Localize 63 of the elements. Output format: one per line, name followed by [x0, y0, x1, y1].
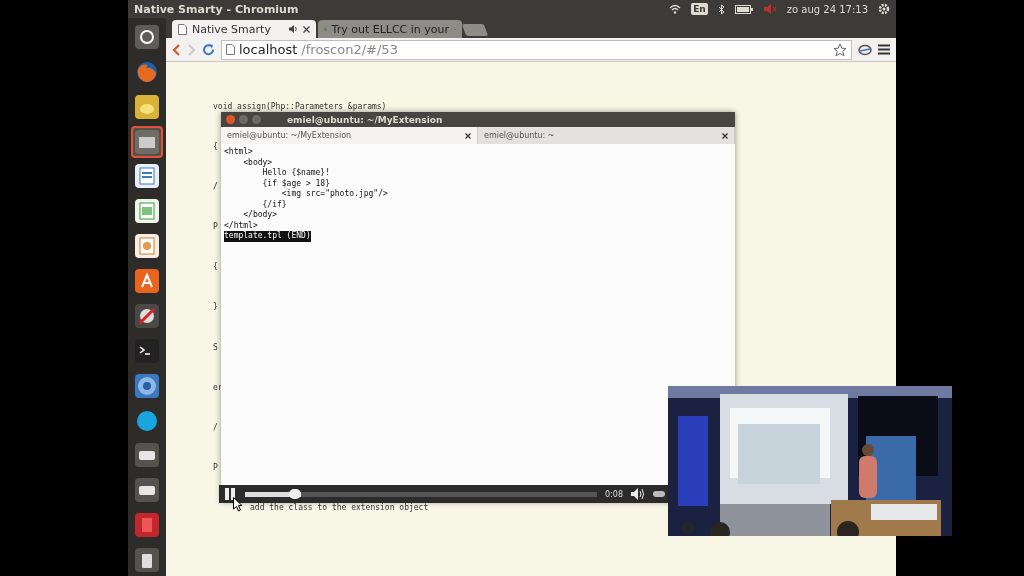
window-title: Native Smarty - Chromium — [134, 2, 300, 16]
drive-icon[interactable] — [134, 442, 160, 469]
drive-icon[interactable] — [134, 477, 160, 504]
terminal-title: emiel@ubuntu: ~/MyExtension — [287, 114, 443, 125]
terminal-line: {if $age > 18} — [261, 178, 331, 189]
terminal-line: <html> — [224, 147, 254, 158]
code-line: / — [213, 182, 218, 192]
code-line: S — [213, 342, 218, 352]
chromium-icon[interactable] — [134, 372, 160, 399]
files-icon[interactable] — [134, 128, 160, 155]
reload-icon[interactable] — [202, 43, 215, 56]
mouse-pointer-icon — [233, 497, 243, 512]
volume-icon[interactable] — [631, 488, 645, 500]
store-icon[interactable] — [134, 268, 160, 295]
terminal-line: <body> — [242, 157, 274, 168]
close-icon[interactable] — [303, 25, 310, 33]
browser-tab[interactable]: Native Smarty — [172, 20, 316, 38]
page-icon — [178, 23, 187, 35]
code-line: add the class to the extension object — [250, 502, 429, 512]
volume-slider-icon[interactable] — [653, 491, 665, 497]
terminal-line: {/if} — [261, 199, 288, 210]
address-bar[interactable]: localhost /froscon2/#/53 — [221, 39, 852, 60]
terminal-tab[interactable]: emiel@ubuntu: ~/MyExtension — [221, 127, 478, 144]
playback-time: 0:08 — [605, 489, 623, 499]
terminal-line: <img src="photo.jpg"/> — [280, 189, 389, 200]
impress-icon[interactable] — [134, 233, 160, 260]
clock[interactable]: zo aug 24 17:13 — [786, 3, 868, 15]
calc-icon[interactable] — [134, 198, 160, 225]
trash-icon[interactable] — [134, 547, 160, 574]
code-line: void assign(Php::Parameters &params) — [213, 102, 387, 111]
terminal-line: </html> — [224, 220, 259, 231]
terminal-tab[interactable]: emiel@ubuntu: ~ — [478, 127, 735, 144]
code-line: { — [213, 262, 218, 272]
code-line: P — [213, 222, 218, 232]
terminal-line: </body> — [242, 210, 278, 221]
writer-icon[interactable] — [134, 163, 160, 190]
menu-icon[interactable] — [878, 44, 890, 55]
close-icon[interactable] — [465, 132, 471, 139]
teapot-icon[interactable] — [134, 93, 160, 120]
wifi-icon[interactable] — [669, 4, 682, 14]
pause-icon — [224, 488, 236, 500]
extension-icon[interactable] — [858, 43, 872, 56]
browser-tab[interactable]: Try out ELLCC in your — [318, 20, 462, 38]
code-line: { — [213, 142, 218, 152]
code-line: } — [213, 302, 218, 312]
sdcard-icon[interactable] — [134, 512, 160, 539]
terminal-icon[interactable] — [134, 337, 160, 364]
battery-icon[interactable] — [734, 4, 753, 14]
new-tab-button[interactable] — [461, 24, 489, 36]
pause-button[interactable] — [223, 487, 237, 501]
back-icon[interactable] — [172, 43, 181, 56]
terminal-line: Hello {$name}! — [261, 168, 331, 179]
close-button[interactable] — [226, 115, 235, 124]
bluetooth-icon[interactable] — [717, 3, 725, 15]
ubuntu-icon[interactable] — [134, 23, 160, 50]
close-icon[interactable] — [722, 132, 728, 139]
star-icon[interactable] — [833, 42, 847, 57]
keyboard-indicator[interactable]: En — [691, 3, 708, 15]
page-icon — [226, 44, 235, 55]
code-line: P — [213, 462, 218, 472]
pager-status: template.tpl (END) — [224, 231, 311, 242]
seek-bar[interactable] — [245, 489, 598, 499]
code-line: / — [213, 422, 218, 432]
